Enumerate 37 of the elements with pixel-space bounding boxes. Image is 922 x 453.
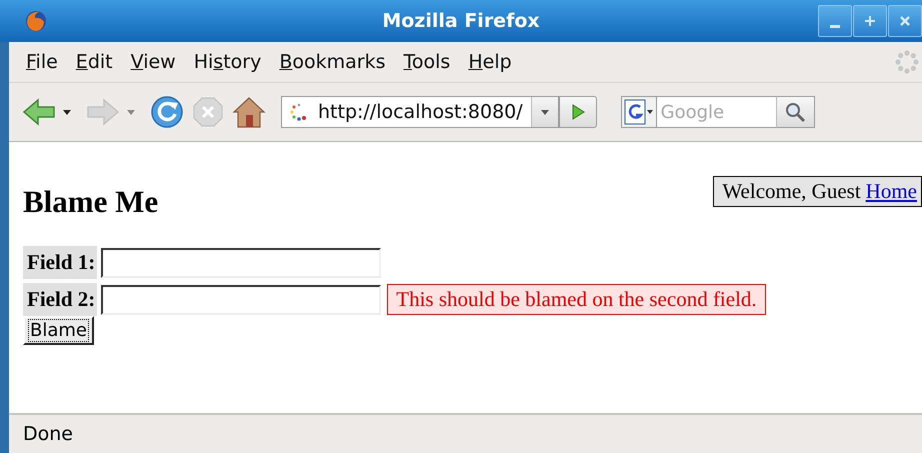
search-icon[interactable] — [776, 96, 815, 128]
menu-item[interactable]: Tools — [394, 47, 460, 77]
blame-button[interactable]: Blame — [23, 316, 94, 345]
field-label: Field 1: — [23, 246, 98, 279]
input-field[interactable] — [101, 248, 382, 278]
dropdown-caret-icon[interactable] — [530, 97, 558, 127]
input-field[interactable] — [101, 284, 382, 314]
close-button[interactable] — [888, 5, 922, 37]
back-arrow-icon[interactable] — [21, 96, 57, 128]
play-icon — [570, 104, 585, 120]
search-engine-icon[interactable] — [620, 96, 657, 128]
menu-item[interactable]: Edit — [66, 47, 122, 77]
throbber-icon — [894, 49, 920, 75]
plus-icon — [864, 15, 876, 27]
welcome-text: Welcome, Guest — [722, 179, 861, 204]
page-heading: Blame Me — [23, 184, 158, 220]
field-label: Field 2: — [23, 283, 98, 316]
maximize-button[interactable] — [853, 5, 887, 37]
minimize-icon — [830, 24, 840, 28]
close-icon — [899, 15, 911, 27]
status-text: Done — [23, 423, 73, 445]
menu-item[interactable]: Bookmarks — [270, 47, 395, 77]
menu-item[interactable]: View — [122, 47, 185, 77]
dropdown-caret-icon[interactable] — [63, 110, 71, 114]
minimize-button[interactable] — [818, 5, 852, 37]
go-button[interactable] — [558, 96, 597, 128]
menu-item[interactable]: File — [17, 47, 67, 77]
menu-item[interactable]: History — [184, 47, 270, 77]
browser-logo-icon — [24, 9, 48, 33]
window-title: Mozilla Firefox — [382, 10, 540, 32]
reload-icon[interactable] — [149, 94, 185, 130]
menu-item[interactable]: Help — [459, 47, 521, 77]
home-icon[interactable] — [231, 95, 267, 129]
home-link[interactable]: Home — [866, 179, 917, 204]
error-message: This should be blamed on the second field. — [387, 284, 766, 315]
address-bar[interactable]: http://localhost:8080/ — [281, 96, 559, 128]
search-field[interactable]: Google — [656, 96, 777, 128]
